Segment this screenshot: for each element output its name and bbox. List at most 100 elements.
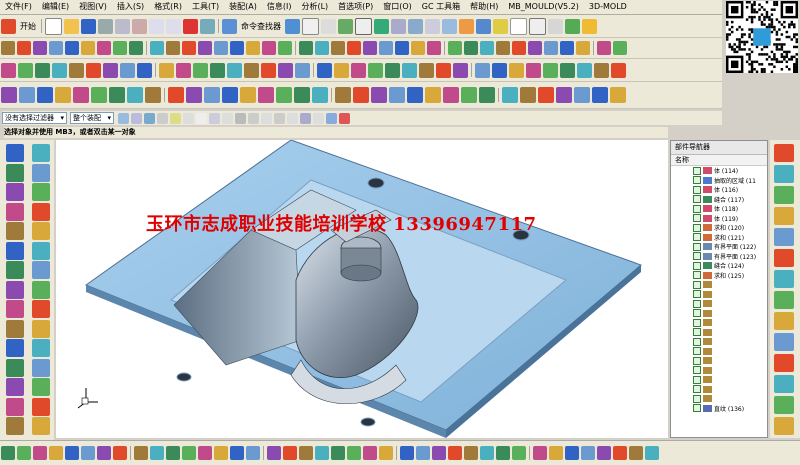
surface-tool-icon[interactable]: [52, 62, 67, 78]
curve-tool-icon[interactable]: [1, 41, 15, 55]
navigator-tree-row[interactable]: 求和 (125): [671, 271, 767, 281]
cut-icon[interactable]: [98, 18, 113, 34]
curve-tool-icon[interactable]: [448, 41, 462, 55]
curve-tool-icon[interactable]: [395, 41, 409, 55]
surface-tool-icon[interactable]: [278, 62, 293, 78]
menu-item[interactable]: 装配(A): [224, 0, 262, 14]
navigator-tree-row[interactable]: 有界平面 (123): [671, 252, 767, 262]
snap-on-icon[interactable]: [339, 112, 350, 124]
reuse-library-icon[interactable]: [774, 207, 794, 225]
visibility-checkbox[interactable]: [693, 337, 701, 346]
surface-tool-icon[interactable]: [526, 62, 541, 78]
surface-tool-icon[interactable]: [176, 62, 191, 78]
menu-item[interactable]: 首选项(P): [333, 0, 378, 14]
visibility-checkbox[interactable]: [693, 271, 701, 280]
feature-command-icon[interactable]: [32, 202, 50, 221]
zoom-icon[interactable]: [391, 18, 406, 34]
command-finder-button[interactable]: 命令查找器: [238, 21, 284, 32]
snap-pole-icon[interactable]: [326, 112, 337, 124]
surface-tool-icon[interactable]: [594, 62, 609, 78]
surface-tool-icon[interactable]: [244, 62, 259, 78]
snap-center-icon[interactable]: [196, 112, 207, 124]
feature-tool-icon[interactable]: [55, 87, 71, 103]
fit-view-icon[interactable]: [374, 18, 389, 34]
roles-icon[interactable]: [774, 312, 794, 330]
feature-tool-icon[interactable]: [389, 87, 405, 103]
menu-item[interactable]: 分析(L): [296, 0, 333, 14]
curve-tool-icon[interactable]: [347, 41, 361, 55]
curve-tool-icon[interactable]: [480, 41, 494, 55]
curve-tool-icon[interactable]: [528, 41, 542, 55]
surface-tool-icon[interactable]: [295, 62, 310, 78]
manufacturing-wizard-icon[interactable]: [774, 354, 794, 372]
menu-item[interactable]: MB_MOULD(V5.2): [503, 0, 584, 14]
surface-tool-icon[interactable]: [1, 62, 16, 78]
visibility-checkbox[interactable]: [693, 394, 701, 403]
surface-tool-icon[interactable]: [261, 62, 276, 78]
surface-tool-icon[interactable]: [402, 62, 417, 78]
navigator-tree-row[interactable]: [671, 309, 767, 319]
snap-quadrant-icon[interactable]: [209, 112, 220, 124]
open-folder-icon[interactable]: [64, 18, 79, 34]
navigator-tree-row[interactable]: [671, 318, 767, 328]
utility-tool-icon[interactable]: [347, 446, 361, 460]
utility-tool-icon[interactable]: [379, 446, 393, 460]
surface-tool-icon[interactable]: [385, 62, 400, 78]
surface-tool-icon[interactable]: [475, 62, 490, 78]
utility-tool-icon[interactable]: [331, 446, 345, 460]
feature-tool-icon[interactable]: [479, 87, 495, 103]
feature-command-icon[interactable]: [32, 222, 50, 240]
visibility-checkbox[interactable]: [693, 366, 701, 375]
feature-tool-icon[interactable]: [1, 87, 17, 103]
utility-tool-icon[interactable]: [267, 446, 281, 460]
feature-tool-icon[interactable]: [222, 87, 238, 103]
process-studio-icon[interactable]: [774, 291, 794, 309]
feature-command-icon[interactable]: [6, 163, 24, 182]
snap-control-icon[interactable]: [300, 112, 311, 124]
navigator-tree-row[interactable]: [671, 328, 767, 338]
feature-command-icon[interactable]: [32, 300, 50, 318]
navigator-tree-row[interactable]: 缝合 (117): [671, 195, 767, 205]
surface-tool-icon[interactable]: [103, 62, 118, 78]
utility-tool-icon[interactable]: [597, 446, 611, 460]
feature-tool-icon[interactable]: [276, 87, 292, 103]
wireframe-icon[interactable]: [355, 17, 372, 35]
snap-arc-icon[interactable]: [248, 112, 259, 124]
feature-tool-icon[interactable]: [127, 87, 143, 103]
surface-tool-icon[interactable]: [453, 62, 468, 78]
feature-command-icon[interactable]: [32, 358, 50, 377]
navigator-tree-row[interactable]: [671, 356, 767, 366]
feature-command-icon[interactable]: [32, 280, 50, 299]
start-icon[interactable]: [1, 18, 16, 34]
curve-tool-icon[interactable]: [262, 41, 276, 55]
utility-tool-icon[interactable]: [448, 446, 462, 460]
copy-icon[interactable]: [115, 18, 130, 34]
utility-tool-icon[interactable]: [464, 446, 478, 460]
pan-icon[interactable]: [425, 18, 440, 34]
utility-tool-icon[interactable]: [65, 446, 79, 460]
curve-tool-icon[interactable]: [65, 41, 79, 55]
feature-tool-icon[interactable]: [592, 87, 608, 103]
curve-tool-icon[interactable]: [411, 41, 425, 55]
feature-tool-icon[interactable]: [502, 87, 518, 103]
feature-tool-icon[interactable]: [73, 87, 89, 103]
feature-command-icon[interactable]: [32, 241, 50, 260]
utility-tool-icon[interactable]: [150, 446, 164, 460]
feature-command-icon[interactable]: [32, 163, 50, 182]
feature-command-icon[interactable]: [6, 300, 24, 318]
menu-item[interactable]: GC 工具箱: [417, 0, 465, 14]
curve-tool-icon[interactable]: [129, 41, 143, 55]
navigator-tree-row[interactable]: [671, 290, 767, 300]
visibility-checkbox[interactable]: [693, 328, 701, 337]
visibility-checkbox[interactable]: [693, 385, 701, 394]
orient-icon[interactable]: [476, 18, 491, 34]
curve-tool-icon[interactable]: [613, 41, 627, 55]
curve-tool-icon[interactable]: [246, 41, 260, 55]
mold-model[interactable]: [56, 140, 668, 438]
utility-tool-icon[interactable]: [166, 446, 180, 460]
visibility-checkbox[interactable]: [693, 176, 701, 185]
utility-tool-icon[interactable]: [283, 446, 297, 460]
menu-item[interactable]: 编辑(E): [37, 0, 74, 14]
feature-tool-icon[interactable]: [443, 87, 459, 103]
feature-command-icon[interactable]: [6, 417, 24, 435]
